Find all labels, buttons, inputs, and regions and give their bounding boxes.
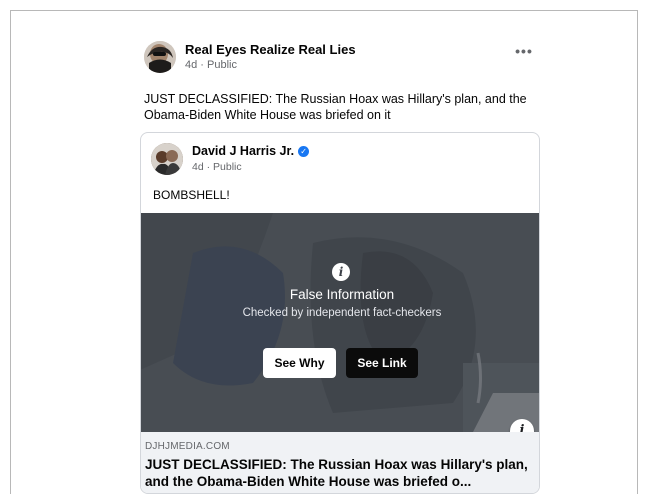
author-avatar[interactable] [144,41,176,73]
shared-post[interactable]: David J Harris Jr. ✓ 4d · Public BOMBSHEL… [140,132,540,494]
shared-post-header: David J Harris Jr. ✓ 4d · Public [151,143,521,179]
link-title[interactable]: JUST DECLASSIFIED: The Russian Hoax was … [145,456,539,490]
link-domain: DJHJMEDIA.COM [145,441,230,452]
shared-post-meta: 4d · Public [192,161,242,173]
avatar-image [144,41,176,73]
covered-media: i False Information Checked by independe… [141,213,539,432]
link-preview-footer[interactable]: DJHJMEDIA.COM JUST DECLASSIFIED: The Rus… [141,432,539,493]
shared-avatar-image [151,143,183,175]
verified-badge-icon: ✓ [298,146,310,157]
warning-subtitle: Checked by independent fact-checkers [242,307,442,319]
see-link-button[interactable]: See Link [346,348,418,378]
see-why-button[interactable]: See Why [263,348,336,378]
post-text: JUST DECLASSIFIED: The Russian Hoax was … [144,92,527,122]
more-options-button[interactable]: ••• [510,43,538,67]
post-meta: 4d · Public [185,59,237,71]
post-author-name[interactable]: Real Eyes Realize Real Lies [185,42,356,57]
post-header: Real Eyes Realize Real Lies 4d · Public … [144,41,538,81]
shared-author-label: David J Harris Jr. [192,144,295,158]
shared-post-text: BOMBSHELL! [153,188,230,202]
shared-author-avatar[interactable] [151,143,183,175]
info-circle-icon: i [332,263,350,281]
warning-title: False Information [289,287,395,302]
shared-author-name[interactable]: David J Harris Jr. ✓ [192,144,310,158]
warning-overlay [141,213,539,432]
feed-post: Real Eyes Realize Real Lies 4d · Public … [132,31,550,494]
screenshot-frame: Real Eyes Realize Real Lies 4d · Public … [10,10,638,494]
